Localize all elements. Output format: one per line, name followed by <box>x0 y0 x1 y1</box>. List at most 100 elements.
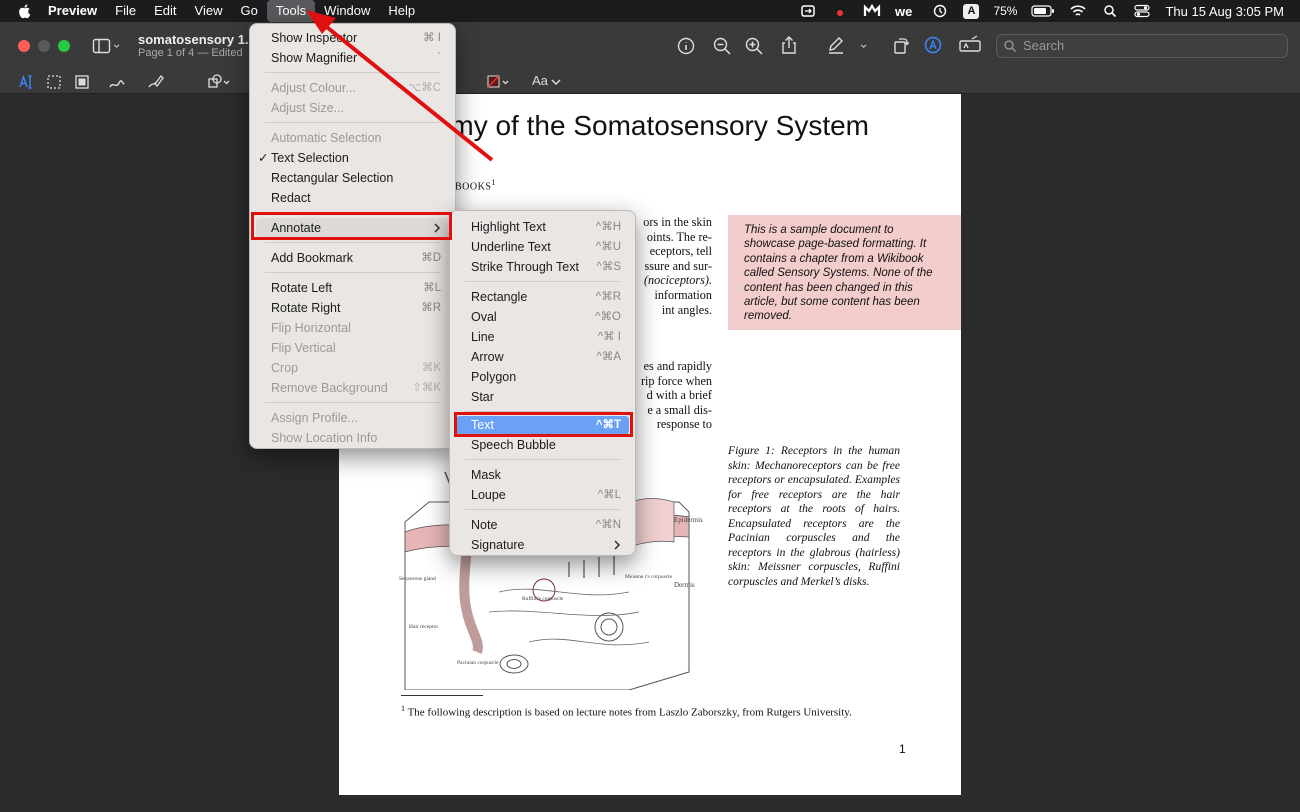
menu-item-highlight-text[interactable]: Highlight Text ^⌘H <box>456 217 629 237</box>
sample-note-box: This is a sample document to showcase pa… <box>728 215 961 330</box>
menu-item-loupe[interactable]: Loupe ^⌘L <box>456 485 629 505</box>
menu-item-remove-background[interactable]: Remove Background ⇧⌘K <box>256 378 449 398</box>
zoom-in-icon[interactable] <box>744 36 764 56</box>
menu-item-show-inspector[interactable]: Show Inspector ⌘ I <box>256 28 449 48</box>
menu-item-rotate-left[interactable]: Rotate Left ⌘L <box>256 278 449 298</box>
menu-item-show-location-info[interactable]: Show Location Info <box>256 428 449 448</box>
share-icon[interactable] <box>779 35 799 55</box>
battery-icon[interactable] <box>1031 4 1055 18</box>
document-title[interactable]: somatosensory 1.p <box>138 32 257 47</box>
menu-item-assign-profile[interactable]: Assign Profile... <box>256 408 449 428</box>
menu-file[interactable]: File <box>106 0 145 22</box>
menu-edit[interactable]: Edit <box>145 0 185 22</box>
menu-item-oval[interactable]: Oval ^⌘O <box>456 307 629 327</box>
menu-window[interactable]: Window <box>315 0 379 22</box>
menu-item-crop[interactable]: Crop ⌘K <box>256 358 449 378</box>
menu-go[interactable]: Go <box>231 0 266 22</box>
we-icon[interactable]: we <box>895 4 917 18</box>
search-field[interactable]: Search <box>996 34 1288 58</box>
menu-item-text-selection[interactable]: ✓ Text Selection <box>256 148 449 168</box>
menu-shortcut: ^⌘H <box>595 221 621 233</box>
instant-alpha-icon[interactable] <box>72 72 92 92</box>
menu-tools[interactable]: Tools <box>266 0 316 22</box>
menu-item-label: Underline Text <box>471 240 551 254</box>
chevron-down-icon[interactable] <box>550 72 562 92</box>
menu-item-rotate-right[interactable]: Rotate Right ⌘R <box>256 298 449 318</box>
menu-item-add-bookmark[interactable]: Add Bookmark ⌘D <box>256 248 449 268</box>
color-picker-icon[interactable] <box>486 72 512 92</box>
sketch-icon[interactable] <box>107 72 127 92</box>
spotlight-icon[interactable] <box>1101 4 1119 18</box>
menu-item-speech-bubble[interactable]: Speech Bubble <box>456 435 629 455</box>
menu-item-rectangle[interactable]: Rectangle ^⌘R <box>456 287 629 307</box>
page-number: 1 <box>899 742 906 756</box>
checkmark-icon: ✓ <box>258 151 269 165</box>
menu-shortcut: ⌘ I <box>423 32 441 44</box>
zoom-window-button[interactable] <box>58 40 70 52</box>
control-center-icon[interactable] <box>1133 4 1151 18</box>
menu-item-redact[interactable]: Redact <box>256 188 449 208</box>
apple-icon[interactable] <box>17 3 33 19</box>
menu-shortcut: ^⌘L <box>597 489 621 501</box>
draw-icon[interactable] <box>146 72 166 92</box>
menu-item-label: Automatic Selection <box>271 131 382 145</box>
rectangular-selection-icon[interactable] <box>44 72 64 92</box>
close-window-button[interactable] <box>18 40 30 52</box>
annotate-circle-icon[interactable] <box>923 35 943 55</box>
menu-item-polygon[interactable]: Polygon <box>456 367 629 387</box>
menu-item-note[interactable]: Note ^⌘N <box>456 515 629 535</box>
menu-item-show-magnifier[interactable]: Show Magnifier ` <box>256 48 449 68</box>
menu-item-label: Highlight Text <box>471 220 546 234</box>
menu-view[interactable]: View <box>186 0 232 22</box>
shapes-icon[interactable] <box>206 72 232 92</box>
wifi-icon[interactable] <box>1069 4 1087 18</box>
markup-pen-icon[interactable] <box>826 35 846 55</box>
menu-shortcut: ^⌘ I <box>597 331 621 343</box>
menu-item-automatic-selection[interactable]: Automatic Selection <box>256 128 449 148</box>
text-selection-tool-icon[interactable] <box>16 72 36 92</box>
menu-item-label: Line <box>471 330 495 344</box>
svg-text:we: we <box>895 4 912 18</box>
menu-item-strike-through-text[interactable]: Strike Through Text ^⌘S <box>456 257 629 277</box>
menu-separator <box>265 122 440 123</box>
menu-item-label: Flip Horizontal <box>271 321 351 335</box>
menu-item-label: Adjust Size... <box>271 101 344 115</box>
menu-item-label: Redact <box>271 191 311 205</box>
menu-item-flip-horizontal[interactable]: Flip Horizontal <box>256 318 449 338</box>
menu-app[interactable]: Preview <box>39 0 106 22</box>
rotate-icon[interactable] <box>891 35 911 55</box>
time-machine-icon[interactable] <box>931 4 949 18</box>
author-line: BOOKS1 <box>455 178 496 192</box>
menu-item-signature[interactable]: Signature <box>456 535 629 555</box>
menu-separator <box>465 459 620 460</box>
menu-separator <box>265 402 440 403</box>
menu-item-adjust-size[interactable]: Adjust Size... <box>256 98 449 118</box>
menu-item-label: Loupe <box>471 488 506 502</box>
font-button[interactable]: Aa <box>532 73 548 88</box>
malwarebytes-icon[interactable] <box>863 4 881 18</box>
minimize-window-button[interactable] <box>38 40 50 52</box>
record-icon[interactable] <box>831 4 849 18</box>
menu-item-arrow[interactable]: Arrow ^⌘A <box>456 347 629 367</box>
info-icon[interactable] <box>676 36 696 56</box>
menu-item-mask[interactable]: Mask <box>456 465 629 485</box>
menu-item-line[interactable]: Line ^⌘ I <box>456 327 629 347</box>
menu-item-rectangular-selection[interactable]: Rectangular Selection <box>256 168 449 188</box>
clock[interactable]: Thu 15 Aug 3:05 PM <box>1165 4 1284 19</box>
menu-item-adjust-colour[interactable]: Adjust Colour... ⌥⌘C <box>256 78 449 98</box>
menu-separator <box>265 272 440 273</box>
sidebar-toggle-icon[interactable] <box>92 36 112 56</box>
chevron-down-icon[interactable] <box>113 36 125 56</box>
menu-item-label: Crop <box>271 361 299 375</box>
menu-help[interactable]: Help <box>379 0 424 22</box>
menu-item-flip-vertical[interactable]: Flip Vertical <box>256 338 449 358</box>
menu-item-label: Show Location Info <box>271 431 378 445</box>
form-fill-icon[interactable] <box>958 35 982 55</box>
input-source-badge[interactable]: A <box>963 3 980 19</box>
sync-icon[interactable] <box>799 4 817 18</box>
chevron-down-icon[interactable] <box>860 36 872 56</box>
figure-caption: Figure 1: Receptors in the human skin: M… <box>728 444 900 588</box>
zoom-out-icon[interactable] <box>712 36 732 56</box>
menu-item-underline-text[interactable]: Underline Text ^⌘U <box>456 237 629 257</box>
menu-item-star[interactable]: Star <box>456 387 629 407</box>
